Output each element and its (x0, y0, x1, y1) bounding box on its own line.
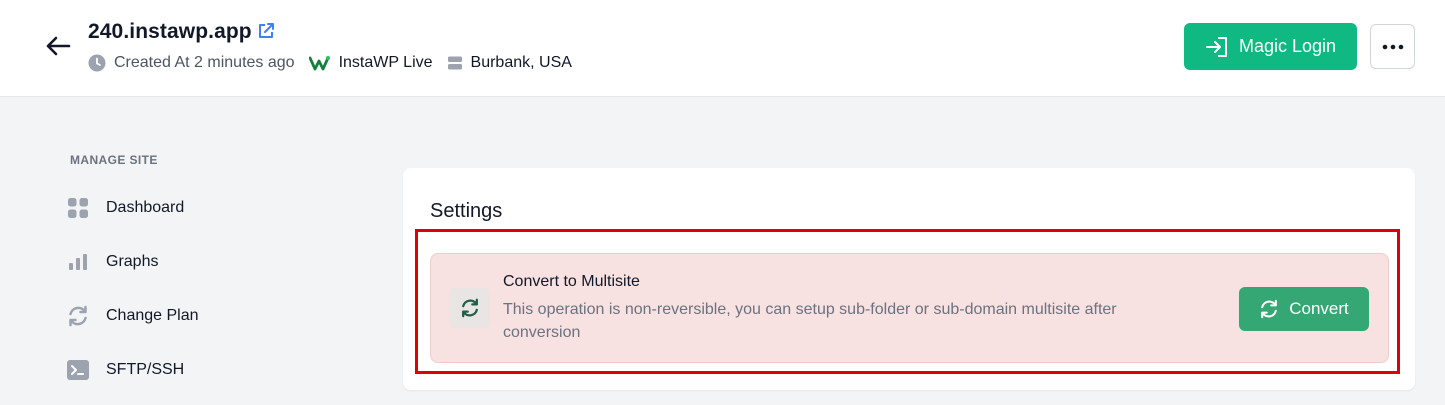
refresh-icon (1259, 299, 1279, 319)
sidebar-item-label: Change Plan (106, 307, 199, 324)
bar-chart-icon (66, 250, 90, 274)
arrow-left-icon (46, 36, 71, 56)
back-button[interactable] (44, 33, 72, 59)
location-text: Burbank, USA (470, 54, 572, 71)
site-header: 240.instawp.app Created At 2 minutes ago (0, 0, 1445, 97)
manage-site-label: MANAGE SITE (70, 153, 158, 167)
server-icon (447, 55, 463, 71)
sidebar-item-label: Dashboard (106, 199, 185, 216)
clock-icon (88, 54, 106, 72)
sidebar-item-change-plan[interactable]: Change Plan (66, 301, 199, 331)
refresh-icon (66, 304, 90, 328)
multisite-description: This operation is non-reversible, you ca… (503, 301, 1117, 341)
site-title: 240.instawp.app (88, 20, 252, 43)
terminal-icon (66, 358, 90, 382)
sidebar-item-dashboard[interactable]: Dashboard (66, 193, 184, 223)
site-meta: Created At 2 minutes ago InstaWP Live Bu… (88, 54, 586, 72)
magic-login-button[interactable]: Magic Login (1184, 23, 1357, 70)
created-meta: Created At 2 minutes ago (88, 54, 295, 72)
settings-title: Settings (430, 200, 503, 222)
provider-meta: InstaWP Live (308, 54, 433, 72)
convert-icon-badge (449, 288, 490, 328)
more-options-button[interactable] (1370, 24, 1415, 69)
login-icon (1205, 36, 1229, 58)
provider-text: InstaWP Live (338, 54, 433, 71)
grid-icon (66, 196, 90, 220)
created-text: Created At 2 minutes ago (114, 54, 295, 71)
sidebar-item-label: Graphs (106, 253, 159, 270)
external-link-icon[interactable] (256, 21, 276, 41)
convert-button-label: Convert (1289, 299, 1349, 318)
more-horizontal-icon (1382, 44, 1403, 49)
multisite-title: Convert to Multisite (503, 273, 640, 290)
refresh-icon (461, 298, 478, 318)
sidebar-item-label: SFTP/SSH (106, 361, 185, 378)
magic-login-label: Magic Login (1238, 36, 1337, 56)
sidebar-item-sftp-ssh[interactable]: SFTP/SSH (66, 355, 184, 385)
sidebar-item-graphs[interactable]: Graphs (66, 247, 158, 277)
location-meta: Burbank, USA (447, 54, 572, 72)
instawp-logo-icon (308, 55, 331, 71)
convert-button[interactable]: Convert (1239, 287, 1369, 331)
